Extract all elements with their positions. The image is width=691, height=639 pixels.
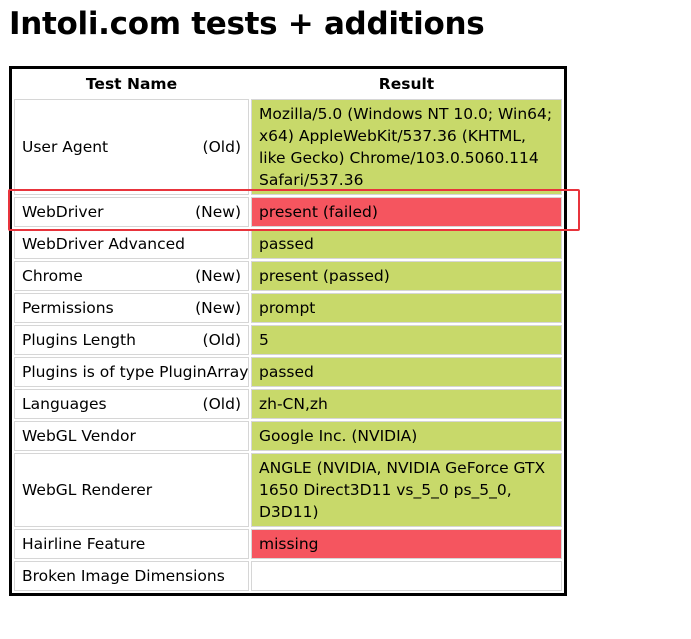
table-row: Chrome (New) present (passed) (14, 261, 562, 291)
test-name-label: Languages (22, 395, 107, 413)
test-name-cell: User Agent (Old) (14, 99, 249, 195)
test-tag: (Old) (202, 138, 241, 156)
result-cell: 5 (251, 325, 562, 355)
test-name-cell: WebDriver Advanced (14, 229, 249, 259)
test-name-cell: Languages (Old) (14, 389, 249, 419)
table-row: Languages (Old) zh-CN,zh (14, 389, 562, 419)
result-cell: Mozilla/5.0 (Windows NT 10.0; Win64; x64… (251, 99, 562, 195)
test-name-cell: WebDriver (New) (14, 197, 249, 227)
table-row: WebGL Renderer ANGLE (NVIDIA, NVIDIA GeF… (14, 453, 562, 527)
test-tag: (Old) (202, 331, 241, 349)
table-row: Plugins Length (Old) 5 (14, 325, 562, 355)
table-row: Hairline Feature missing (14, 529, 562, 559)
test-name-label: Chrome (22, 267, 83, 285)
table-row: WebDriver Advanced passed (14, 229, 562, 259)
table-header-row: Test Name Result (14, 71, 562, 97)
result-cell: passed (251, 229, 562, 259)
test-name-label: WebDriver (22, 203, 104, 221)
test-name-label: Plugins Length (22, 331, 136, 349)
test-name-cell: Hairline Feature (14, 529, 249, 559)
test-name-label: Plugins is of type PluginArray (22, 363, 249, 381)
result-cell: present (passed) (251, 261, 562, 291)
table-row: User Agent (Old) Mozilla/5.0 (Windows NT … (14, 99, 562, 195)
test-tag: (New) (195, 299, 241, 317)
result-cell: passed (251, 357, 562, 387)
test-name-cell: Permissions (New) (14, 293, 249, 323)
test-name-cell: Plugins Length (Old) (14, 325, 249, 355)
test-tag: (New) (195, 267, 241, 285)
test-name-label: WebGL Renderer (22, 481, 153, 499)
result-cell: zh-CN,zh (251, 389, 562, 419)
test-name-label: User Agent (22, 138, 109, 156)
test-name-cell: Broken Image Dimensions (14, 561, 249, 591)
result-cell: prompt (251, 293, 562, 323)
results-table: Test Name Result User Agent (Old) Mozilla… (9, 66, 567, 596)
test-name-label: WebDriver Advanced (22, 235, 185, 253)
test-name-cell: WebGL Vendor (14, 421, 249, 451)
table-row: Broken Image Dimensions (14, 561, 562, 591)
test-name-cell: Plugins is of type PluginArray (14, 357, 249, 387)
test-tag: (New) (195, 203, 241, 221)
table-row: WebGL Vendor Google Inc. (NVIDIA) (14, 421, 562, 451)
test-name-cell: Chrome (New) (14, 261, 249, 291)
test-name-header: Test Name (85, 75, 178, 93)
test-tag: (Old) (202, 395, 241, 413)
test-name-label: Permissions (22, 299, 114, 317)
page-title: Intoli.com tests + additions (9, 6, 485, 42)
result-cell: present (failed) (251, 197, 562, 227)
result-cell: Google Inc. (NVIDIA) (251, 421, 562, 451)
test-name-label: WebGL Vendor (22, 427, 136, 445)
test-name-cell: WebGL Renderer (14, 453, 249, 527)
result-header: Result (378, 75, 435, 93)
test-name-label: Hairline Feature (22, 535, 146, 553)
table-row: Permissions (New) prompt (14, 293, 562, 323)
result-cell (251, 561, 562, 591)
table-row: Plugins is of type PluginArray passed (14, 357, 562, 387)
result-cell: missing (251, 529, 562, 559)
result-cell: ANGLE (NVIDIA, NVIDIA GeForce GTX 1650 D… (251, 453, 562, 527)
test-name-label: Broken Image Dimensions (22, 567, 225, 585)
table-row: WebDriver (New) present (failed) (14, 197, 562, 227)
